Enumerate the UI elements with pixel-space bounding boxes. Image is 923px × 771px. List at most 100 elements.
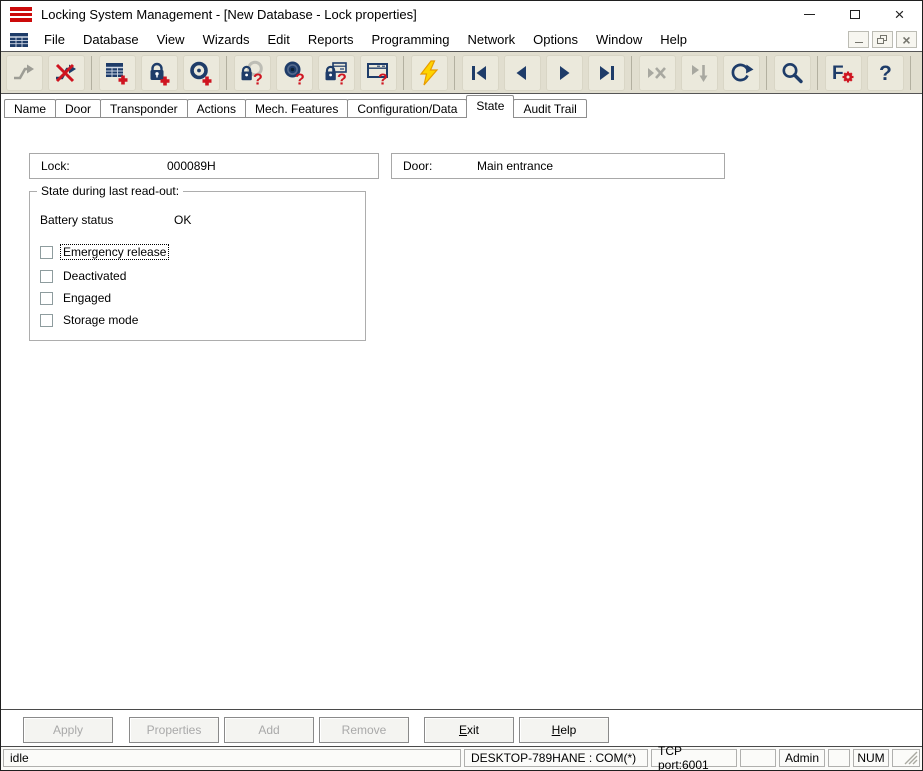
connect-button[interactable] <box>6 55 43 91</box>
tab-door[interactable]: Door <box>55 99 101 118</box>
engaged-row: Engaged <box>40 291 113 305</box>
previous-record-button[interactable] <box>504 55 541 91</box>
new-matrix-button[interactable] <box>99 55 136 91</box>
mdi-restore-icon <box>877 35 888 45</box>
read-lock-button[interactable]: ? <box>234 55 271 91</box>
tab-configuration-data[interactable]: Configuration/Data <box>347 99 467 118</box>
apply-button[interactable]: Apply <box>23 717 113 743</box>
goto-record-button[interactable] <box>681 55 718 91</box>
functions-settings-icon: F <box>830 60 856 86</box>
menu-wizards[interactable]: Wizards <box>194 29 259 50</box>
search-button[interactable] <box>774 55 811 91</box>
last-record-button[interactable] <box>588 55 625 91</box>
help-icon: ? <box>872 60 898 86</box>
menu-edit[interactable]: Edit <box>259 29 299 50</box>
properties-button[interactable]: Properties <box>129 717 219 743</box>
help-button[interactable]: ? <box>867 55 904 91</box>
tabstrip: Name Door Transponder Actions Mech. Feat… <box>1 95 922 118</box>
programming-flash-button[interactable] <box>411 55 448 91</box>
lock-field: Lock: 000089H <box>29 153 379 179</box>
menu-options[interactable]: Options <box>524 29 587 50</box>
resize-grip[interactable] <box>904 751 918 765</box>
menu-reports[interactable]: Reports <box>299 29 363 50</box>
toolbar-separator <box>454 56 455 90</box>
disconnect-icon <box>53 60 79 86</box>
close-button[interactable]: × <box>877 1 922 28</box>
maximize-button[interactable] <box>832 1 877 28</box>
cancel-navigation-icon <box>644 60 670 86</box>
tab-state[interactable]: State <box>466 95 514 118</box>
menu-programming[interactable]: Programming <box>362 29 458 50</box>
search-icon <box>779 60 805 86</box>
engaged-checkbox[interactable] <box>40 292 53 305</box>
toolbar-separator <box>766 56 767 90</box>
lock-label: Lock: <box>41 159 70 173</box>
lock-value: 000089H <box>167 159 216 173</box>
functions-settings-button[interactable]: F <box>825 55 862 91</box>
window-controls: × <box>787 1 922 28</box>
tab-name[interactable]: Name <box>4 99 56 118</box>
emergency-release-checkbox[interactable] <box>40 246 53 259</box>
titlebar: Locking System Management - [New Databas… <box>1 1 922 28</box>
battery-status-row: Battery status OK <box>40 213 113 227</box>
tab-actions[interactable]: Actions <box>187 99 246 118</box>
state-groupbox: State during last read-out: Battery stat… <box>29 191 366 341</box>
next-record-icon <box>551 60 577 86</box>
footer-button-bar: Apply Properties Add Remove Exit Help <box>1 709 922 746</box>
menu-view[interactable]: View <box>148 29 194 50</box>
help-footer-button[interactable]: Help <box>519 717 609 743</box>
add-lock-icon <box>146 60 172 86</box>
mdi-document-icon[interactable] <box>9 32 29 48</box>
state-group-title: State during last read-out: <box>37 184 183 198</box>
svg-text:?: ? <box>378 71 388 86</box>
window-title: Locking System Management - [New Databas… <box>41 7 417 22</box>
menu-file[interactable]: File <box>35 29 74 50</box>
refresh-button[interactable] <box>723 55 760 91</box>
emergency-release-label[interactable]: Emergency release <box>61 245 168 259</box>
add-lock-button[interactable] <box>141 55 178 91</box>
tab-transponder[interactable]: Transponder <box>100 99 188 118</box>
read-transponder-button[interactable]: ? <box>276 55 313 91</box>
deactivated-row: Deactivated <box>40 269 128 283</box>
menu-network[interactable]: Network <box>458 29 524 50</box>
cancel-navigation-button[interactable] <box>639 55 676 91</box>
remove-button[interactable]: Remove <box>319 717 409 743</box>
menubar: File Database View Wizards Edit Reports … <box>1 28 922 51</box>
door-field: Door: Main entrance <box>391 153 725 179</box>
deactivated-checkbox[interactable] <box>40 270 53 283</box>
read-lock-network-icon: ? <box>323 60 349 86</box>
status-user: Admin <box>779 749 825 767</box>
app-logo-icon <box>10 7 32 22</box>
tab-mech-features[interactable]: Mech. Features <box>245 99 348 118</box>
exit-button[interactable]: Exit <box>424 717 514 743</box>
door-label: Door: <box>403 159 432 173</box>
add-transponder-button[interactable] <box>183 55 220 91</box>
read-network-window-button[interactable]: ? <box>360 55 397 91</box>
read-lock-network-button[interactable]: ? <box>318 55 355 91</box>
first-record-button[interactable] <box>462 55 499 91</box>
mdi-minimize-button[interactable] <box>848 31 869 48</box>
storage-mode-checkbox[interactable] <box>40 314 53 327</box>
close-icon: × <box>895 6 905 23</box>
svg-text:?: ? <box>337 71 347 86</box>
disconnect-button[interactable] <box>48 55 85 91</box>
statusbar: idle DESKTOP-789HANE : COM(*) TCP port:6… <box>1 746 922 770</box>
next-record-button[interactable] <box>546 55 583 91</box>
add-button[interactable]: Add <box>224 717 314 743</box>
menu-database[interactable]: Database <box>74 29 148 50</box>
menu-window[interactable]: Window <box>587 29 651 50</box>
svg-text:?: ? <box>253 71 263 86</box>
storage-mode-label[interactable]: Storage mode <box>61 313 140 327</box>
menu-help[interactable]: Help <box>651 29 696 50</box>
mdi-close-button[interactable]: × <box>896 31 917 48</box>
minimize-button[interactable] <box>787 1 832 28</box>
mdi-close-icon: × <box>902 33 910 47</box>
deactivated-label[interactable]: Deactivated <box>61 269 128 283</box>
svg-text:?: ? <box>295 71 305 86</box>
tab-audit-trail[interactable]: Audit Trail <box>513 99 586 118</box>
engaged-label[interactable]: Engaged <box>61 291 113 305</box>
toolbar-separator <box>226 56 227 90</box>
minimize-icon <box>804 14 815 16</box>
first-record-icon <box>467 60 493 86</box>
mdi-restore-button[interactable] <box>872 31 893 48</box>
